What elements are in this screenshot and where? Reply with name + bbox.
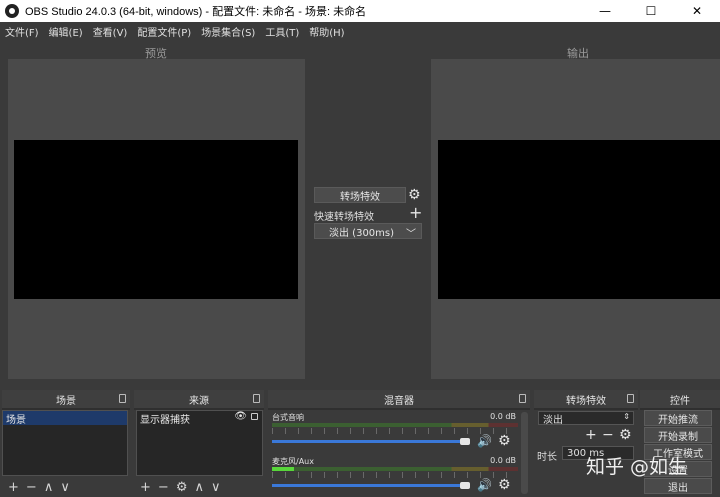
- controls-dock: 控件 开始推流 开始录制 工作室模式 设置 退出: [640, 390, 720, 497]
- sources-list[interactable]: 显示器捕获 👁: [136, 410, 263, 476]
- undock-icon[interactable]: [119, 394, 126, 403]
- add-icon[interactable]: +: [585, 427, 597, 443]
- scenes-list[interactable]: 场景: [2, 410, 128, 476]
- track-name: 台式音响: [272, 413, 304, 422]
- track-db: 0.0 dB: [490, 456, 516, 465]
- scenes-title: 场景: [56, 395, 76, 407]
- transition-button-label: 转场特效: [340, 191, 380, 203]
- transitions-dock-title: 转场特效: [534, 390, 638, 408]
- transitions-title: 转场特效: [566, 395, 606, 407]
- mixer-scrollbar[interactable]: [521, 412, 528, 494]
- speaker-icon[interactable]: 🔊: [477, 478, 492, 492]
- transition-button[interactable]: 转场特效: [314, 187, 406, 203]
- duration-label: 时长: [537, 452, 557, 463]
- undock-icon[interactable]: [627, 394, 634, 403]
- eye-icon[interactable]: 👁: [234, 411, 247, 422]
- start-streaming-button[interactable]: 开始推流: [644, 410, 712, 426]
- undock-icon[interactable]: [519, 394, 526, 403]
- start-recording-button[interactable]: 开始录制: [644, 427, 712, 443]
- fade-transition-select[interactable]: 淡出 (300ms) ﹀: [314, 223, 422, 240]
- controls-dock-title: 控件: [640, 390, 720, 408]
- volume-meter: [272, 423, 518, 427]
- minimize-button[interactable]: —: [582, 0, 628, 22]
- sources-title: 来源: [189, 395, 209, 407]
- track-db: 0.0 dB: [490, 412, 516, 421]
- obs-logo-icon: [5, 4, 19, 18]
- list-item[interactable]: 显示器捕获 👁: [137, 411, 262, 426]
- gear-icon[interactable]: ⚙: [176, 480, 188, 495]
- scene-name: 场景: [6, 414, 26, 426]
- add-icon[interactable]: +: [8, 480, 19, 495]
- maximize-button[interactable]: ☐: [628, 0, 674, 22]
- move-up-icon[interactable]: ∧: [194, 480, 204, 495]
- volume-meter-level: [272, 467, 294, 471]
- menu-scene-collection[interactable]: 场景集合(S): [196, 24, 260, 39]
- scenes-body: 场景 + − ∧ ∨: [2, 410, 130, 497]
- sources-body: 显示器捕获 👁 + − ⚙ ∧ ∨: [134, 410, 264, 497]
- volume-slider[interactable]: [272, 440, 464, 443]
- sources-toolbar: + − ⚙ ∧ ∨: [140, 480, 221, 495]
- undock-icon[interactable]: [253, 394, 260, 403]
- updown-icon: ⇕: [623, 412, 630, 421]
- quick-transition-label: 快速转场特效: [314, 212, 374, 223]
- gear-icon[interactable]: ⚙: [498, 433, 511, 449]
- track-name: 麦克风/Aux: [272, 457, 314, 466]
- volume-meter: [272, 467, 518, 471]
- controls-title: 控件: [670, 395, 690, 407]
- watermark: 知乎 @如生: [586, 456, 688, 478]
- preview-pane[interactable]: [8, 59, 305, 379]
- scenes-dock-title: 场景: [2, 390, 130, 408]
- menu-help[interactable]: 帮助(H): [304, 24, 349, 39]
- transitions-dock: 转场特效 淡出 ⇕ + − ⚙ 时长 300 ms: [534, 390, 638, 497]
- remove-icon[interactable]: −: [158, 480, 169, 495]
- transition-selected: 淡出: [543, 414, 563, 426]
- mixer-track: 麦克风/Aux 0.0 dB 🔊 ⚙: [272, 456, 518, 496]
- menu-file[interactable]: 文件(F): [0, 24, 44, 39]
- move-down-icon[interactable]: ∨: [211, 480, 221, 495]
- exit-button[interactable]: 退出: [644, 478, 712, 494]
- mixer-title: 混音器: [384, 395, 414, 407]
- window-title: OBS Studio 24.0.3 (64-bit, windows) - 配置…: [25, 6, 367, 18]
- mixer-dock-title: 混音器: [268, 390, 530, 408]
- mixer-body: 台式音响 0.0 dB 🔊 ⚙ 麦克风/Aux 0.0 dB 🔊 ⚙: [268, 410, 530, 497]
- menu-tools[interactable]: 工具(T): [260, 24, 304, 39]
- menu-view[interactable]: 查看(V): [88, 24, 133, 39]
- preview-canvas[interactable]: [14, 140, 298, 299]
- menu-bar: 文件(F) 编辑(E) 查看(V) 配置文件(P) 场景集合(S) 工具(T) …: [0, 22, 720, 41]
- gear-icon[interactable]: ⚙: [619, 427, 632, 443]
- scenes-toolbar: + − ∧ ∨: [8, 480, 70, 495]
- lock-icon[interactable]: [251, 413, 258, 420]
- program-pane: [431, 59, 720, 379]
- sources-dock: 来源 显示器捕获 👁 + − ⚙ ∧ ∨: [134, 390, 264, 497]
- window-controls: — ☐ ✕: [582, 0, 720, 22]
- move-down-icon[interactable]: ∨: [60, 480, 70, 495]
- menu-edit[interactable]: 编辑(E): [44, 24, 88, 39]
- list-item[interactable]: 场景: [3, 411, 127, 426]
- move-up-icon[interactable]: ∧: [44, 480, 54, 495]
- source-name: 显示器捕获: [140, 414, 190, 426]
- add-icon[interactable]: +: [140, 480, 151, 495]
- volume-slider-knob[interactable]: [460, 482, 470, 489]
- mixer-track: 台式音响 0.0 dB 🔊 ⚙: [272, 412, 518, 452]
- transition-select[interactable]: 淡出 ⇕: [538, 411, 634, 426]
- remove-icon[interactable]: −: [602, 427, 614, 443]
- speaker-icon[interactable]: 🔊: [477, 434, 492, 448]
- plus-icon[interactable]: +: [409, 205, 422, 221]
- scenes-dock: 场景 场景 + − ∧ ∨: [2, 390, 130, 497]
- chevron-down-icon: ﹀: [406, 229, 416, 240]
- remove-icon[interactable]: −: [26, 480, 37, 495]
- mixer-dock: 混音器 台式音响 0.0 dB 🔊 ⚙ 麦克风/Aux 0.0 dB 🔊 ⚙: [268, 390, 530, 497]
- gear-icon[interactable]: ⚙: [498, 477, 511, 493]
- sources-dock-title: 来源: [134, 390, 264, 408]
- gear-icon[interactable]: ⚙: [408, 188, 421, 202]
- fade-transition-label: 淡出 (300ms): [329, 227, 395, 239]
- program-canvas: [438, 140, 720, 299]
- close-button[interactable]: ✕: [674, 0, 720, 22]
- volume-slider[interactable]: [272, 484, 464, 487]
- title-bar: OBS Studio 24.0.3 (64-bit, windows) - 配置…: [0, 0, 720, 22]
- menu-profile[interactable]: 配置文件(P): [132, 24, 196, 39]
- volume-slider-knob[interactable]: [460, 438, 470, 445]
